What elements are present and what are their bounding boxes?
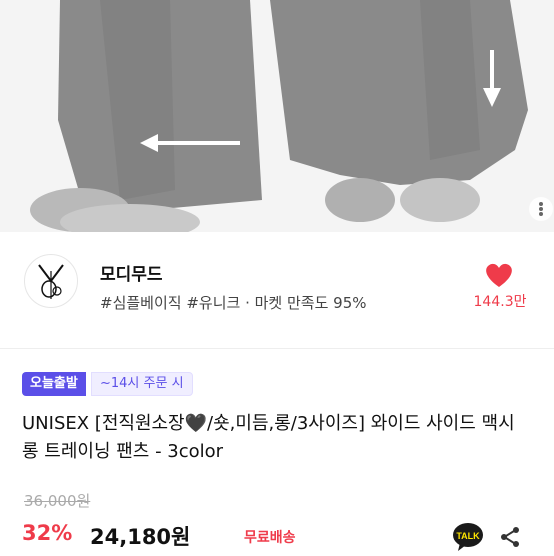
store-logo[interactable] bbox=[24, 254, 78, 308]
heart-icon[interactable] bbox=[484, 262, 514, 288]
section-divider bbox=[0, 348, 554, 349]
free-shipping-label: 무료배송 bbox=[244, 530, 296, 546]
store-section bbox=[0, 232, 554, 342]
more-dots-icon[interactable] bbox=[528, 196, 554, 222]
share-icon[interactable] bbox=[498, 525, 522, 549]
like-count: 144.3만 bbox=[473, 294, 527, 310]
store-tags: #심플베이직 #유니크 · 마켓 만족도 95% bbox=[100, 294, 367, 312]
delivery-badge: 오늘출발 bbox=[22, 372, 86, 396]
store-name[interactable]: 모디무드 bbox=[100, 260, 163, 285]
sale-price: 24,180원 bbox=[90, 525, 191, 549]
kakao-talk-icon[interactable]: TALK bbox=[452, 522, 484, 552]
svg-text:TALK: TALK bbox=[456, 531, 480, 541]
product-title: UNISEX [전직원소장🖤/숏,미듬,롱/3사이즈] 와이드 사이드 맥시 롱… bbox=[22, 413, 515, 462]
product-image[interactable] bbox=[0, 0, 554, 232]
original-price: 36,000원 bbox=[24, 492, 91, 510]
discount-rate: 32% bbox=[22, 521, 73, 545]
order-time-badge: ~14시 주문 시 bbox=[91, 372, 193, 396]
